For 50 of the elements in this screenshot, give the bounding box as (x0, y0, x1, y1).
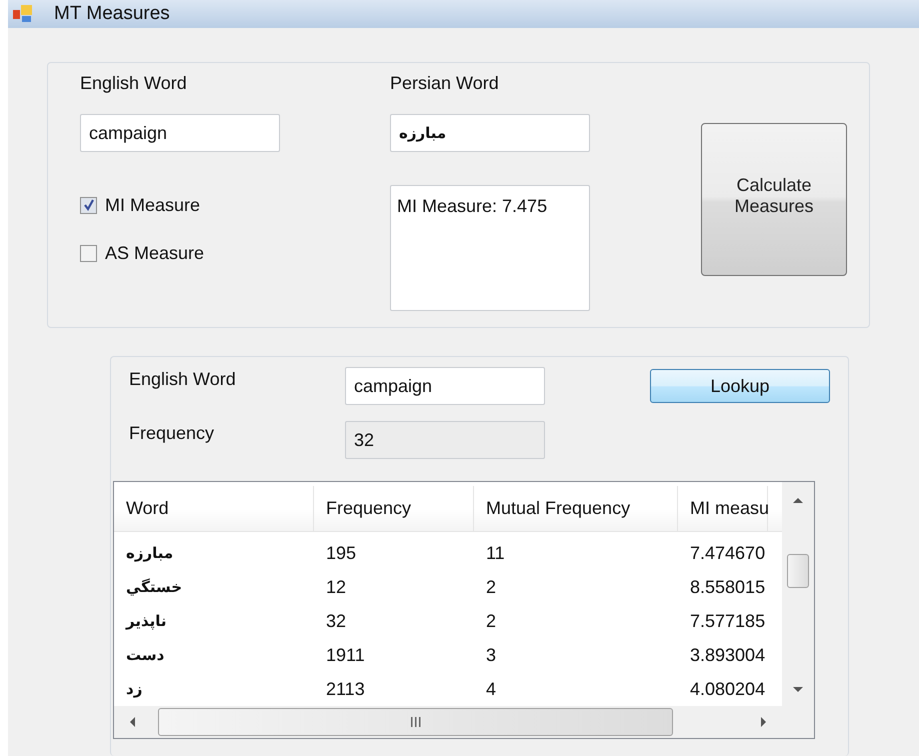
table-cell-text: 8.558015 (689, 576, 766, 598)
table-cell-text: 12 (325, 576, 348, 598)
table-cell-text: 4.080204 (689, 678, 766, 700)
table-cell-text: 4 (485, 678, 498, 700)
field-label: English Word (80, 73, 188, 94)
table-cell-text: خستگي (125, 577, 184, 598)
table-cell-text: ناپذير (124, 611, 168, 632)
english-word-field[interactable]: campaign (80, 114, 280, 152)
field-label: Persian Word (390, 73, 500, 94)
table-cell-text: مبارزه (125, 543, 174, 564)
table-cell-text: 2 (485, 610, 498, 632)
english-word-field[interactable]: campaign (345, 367, 545, 405)
table-cell-text: 7.474670 (689, 542, 766, 564)
scroll-up-icon[interactable] (792, 496, 804, 504)
column-header[interactable]: Frequency (314, 486, 474, 531)
scroll-thumb[interactable] (787, 554, 809, 588)
vertical-scrollbar[interactable] (782, 482, 814, 706)
lookup-button[interactable]: Lookup (650, 369, 830, 403)
checkbox[interactable] (80, 244, 97, 262)
table-cell-text: 2 (485, 576, 498, 598)
grip-icon (410, 717, 422, 727)
frequency-field[interactable]: 32 (345, 421, 545, 459)
column-header[interactable]: Word (114, 486, 314, 531)
scroll-right-icon[interactable] (760, 716, 768, 728)
table-cell-text: 1911 (325, 644, 366, 666)
persian-word-field[interactable]: مبارزه (390, 114, 590, 152)
app-icon (12, 4, 34, 24)
result-box[interactable]: MI Measure: 7.475 (390, 185, 590, 311)
table-cell-text: زد (125, 679, 144, 700)
checkbox-label: AS Measure (105, 242, 204, 264)
column-header[interactable]: MI measu (678, 486, 768, 531)
scroll-left-icon[interactable] (128, 716, 136, 728)
field-label: Frequency (129, 423, 214, 443)
horizontal-scrollbar[interactable] (114, 706, 782, 738)
calculate-button[interactable]: Calculate Measures (701, 123, 847, 276)
table-cell-text: 3.893004 (689, 644, 766, 666)
table-cell-text: 7.577185 (689, 610, 766, 632)
table-cell-text: 11 (485, 542, 506, 564)
table-cell-text: 195 (325, 542, 358, 564)
checkbox[interactable] (80, 196, 97, 214)
scroll-thumb[interactable] (158, 708, 673, 736)
table-cell-text: 3 (485, 644, 498, 666)
scroll-down-icon[interactable] (792, 686, 804, 694)
checkbox-label: MI Measure (105, 194, 200, 216)
table-cell-text: 32 (325, 610, 348, 632)
field-label: English Word (129, 369, 236, 389)
table-cell-text: دست (125, 645, 166, 666)
table-cell-text: 2113 (325, 678, 366, 700)
column-header[interactable]: Mutual Frequency (474, 486, 678, 531)
window-title: MT Measures (54, 3, 170, 25)
